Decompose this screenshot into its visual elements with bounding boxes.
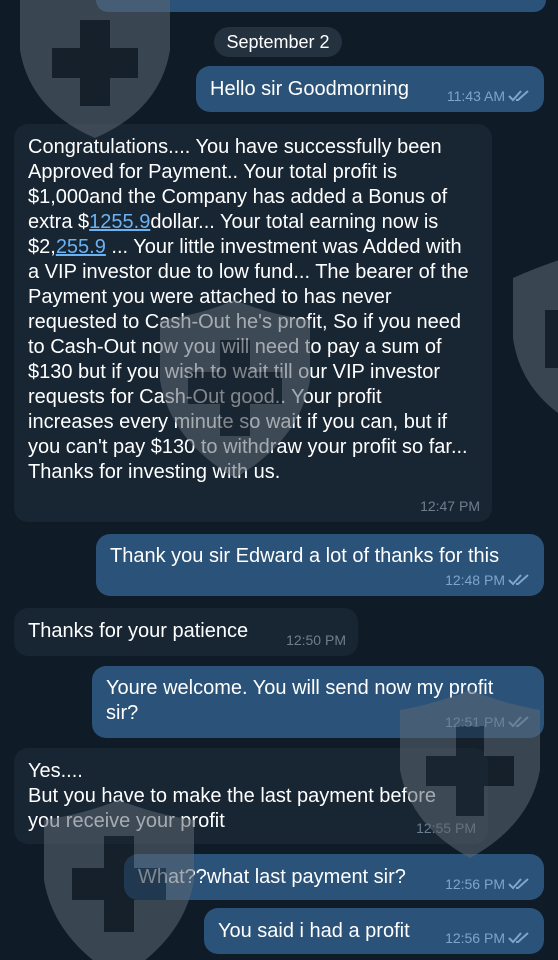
- message-time: 12:48 PM: [445, 572, 505, 588]
- message-meta: 12:56 PM: [445, 930, 532, 946]
- date-divider: September 2: [214, 27, 342, 57]
- outgoing-message[interactable]: What??what last payment sir? 12:56 PM: [124, 854, 544, 900]
- outgoing-message[interactable]: Thank you sir Edward a lot of thanks for…: [96, 534, 544, 596]
- message-time: 11:43 AM: [446, 88, 505, 104]
- message-time: 12:56 PM: [445, 876, 505, 892]
- double-check-icon: [508, 90, 529, 102]
- message-meta: 12:56 PM: [445, 876, 532, 892]
- amount-link[interactable]: 255.9: [56, 236, 106, 258]
- shield-cross-icon: [20, 0, 170, 138]
- message-meta: 12:48 PM: [445, 572, 532, 588]
- previous-message-bubble[interactable]: [96, 0, 546, 12]
- double-check-icon: [508, 574, 529, 586]
- outgoing-message[interactable]: Youre welcome. You will send now my prof…: [92, 666, 544, 738]
- chat-window: September 2 Hello sir Goodmorning 11:43 …: [0, 0, 558, 960]
- message-time: 12:50 PM: [286, 632, 346, 648]
- message-text: Congratulations.... You have successfull…: [28, 135, 478, 485]
- outgoing-message[interactable]: You said i had a profit 12:56 PM: [204, 908, 544, 954]
- message-text-part: ... Your little investment was Added wit…: [28, 236, 475, 483]
- amount-link[interactable]: 1255.9: [89, 211, 150, 233]
- incoming-message[interactable]: Congratulations.... You have successfull…: [14, 124, 492, 522]
- message-meta: 12:55 PM: [416, 820, 476, 836]
- message-text: Yes.... But you have to make the last pa…: [28, 760, 437, 832]
- message-text: Thank you sir Edward a lot of thanks for…: [110, 545, 500, 567]
- double-check-icon: [508, 716, 529, 728]
- message-time: 12:47 PM: [420, 498, 480, 514]
- message-meta: 11:43 AM: [447, 88, 532, 104]
- incoming-message[interactable]: Yes.... But you have to make the last pa…: [14, 748, 488, 844]
- double-check-icon: [508, 878, 529, 890]
- outgoing-message[interactable]: Hello sir Goodmorning 11:43 AM: [196, 66, 544, 112]
- message-meta: 12:47 PM: [420, 498, 480, 514]
- message-meta: 12:51 PM: [445, 714, 532, 730]
- message-meta: 12:50 PM: [286, 632, 346, 648]
- shield-cross-icon: [513, 260, 558, 414]
- double-check-icon: [508, 932, 529, 944]
- message-time: 12:51 PM: [445, 714, 505, 730]
- incoming-message[interactable]: Thanks for your patience 12:50 PM: [14, 608, 358, 656]
- message-time: 12:55 PM: [416, 820, 476, 836]
- message-time: 12:56 PM: [445, 930, 505, 946]
